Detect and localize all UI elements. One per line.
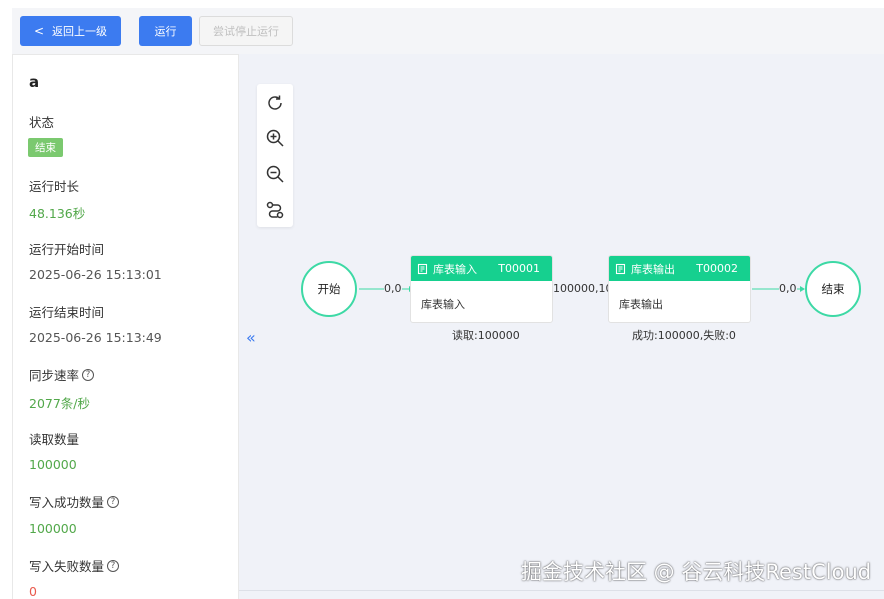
duration-value: 48.136秒 [29, 206, 86, 221]
node-title: 库表输出 [631, 262, 675, 276]
write-success-value: 100000 [29, 521, 77, 536]
node-table-output[interactable]: 库表输出 T00002 库表输出 [608, 255, 751, 323]
node-id: T00001 [498, 262, 540, 275]
table-icon [615, 263, 626, 274]
node-id: T00002 [696, 262, 738, 275]
status-badge: 结束 [28, 138, 63, 157]
node-caption: 读取:100000 [452, 329, 520, 342]
write-fail-label: 写入失败数量 [29, 559, 105, 574]
node-title: 库表输入 [433, 262, 477, 276]
watermark: 掘金技术社区 @ 谷云科技RestCloud [521, 560, 872, 584]
start-time-value: 2025-06-26 15:13:01 [29, 267, 162, 282]
node-caption: 成功:100000,失败:0 [632, 329, 736, 342]
write-success-label: 写入成功数量 [29, 495, 105, 510]
start-node[interactable]: 开始 [301, 261, 357, 317]
speed-label-row: 同步速率 ? [29, 365, 95, 384]
edge-label: 0,0 [779, 282, 797, 295]
write-success-label-row: 写入成功数量 ? [29, 492, 120, 511]
node-body: 库表输出 [619, 298, 663, 311]
end-time-value: 2025-06-26 15:13:49 [29, 330, 162, 345]
edge-label: 0,0 [384, 282, 402, 295]
read-count-label: 读取数量 [29, 432, 80, 447]
write-fail-value: 0 [29, 584, 37, 599]
node-body: 库表输入 [421, 298, 465, 311]
duration-label: 运行时长 [29, 179, 80, 194]
end-node[interactable]: 结束 [805, 261, 861, 317]
speed-value: 2077条/秒 [29, 396, 91, 411]
flow-canvas[interactable]: « 开始 0,0 库表输入 T00001 库表输入 读取:100000 1000… [239, 54, 884, 599]
run-button[interactable]: 运行 [139, 16, 192, 46]
end-time-label: 运行结束时间 [29, 305, 105, 320]
table-icon [417, 263, 428, 274]
start-time-label: 运行开始时间 [29, 242, 105, 257]
help-icon[interactable]: ? [107, 495, 120, 508]
speed-label: 同步速率 [29, 368, 80, 383]
edge-label: 100000,100 [553, 282, 608, 295]
toolbar: < 返回上一级 运行 尝试停止运行 [12, 8, 884, 54]
run-info-panel: a 状态 结束 运行时长 48.136秒 运行开始时间 2025-06-26 1… [12, 54, 239, 599]
node-header: 库表输出 T00002 [609, 256, 750, 281]
write-fail-label-row: 写入失败数量 ? [29, 556, 120, 575]
back-button-label: 返回上一级 [52, 25, 108, 38]
chevron-left-icon: < [33, 24, 45, 38]
help-icon[interactable]: ? [107, 559, 120, 572]
read-count-value: 100000 [29, 457, 77, 472]
node-table-input[interactable]: 库表输入 T00001 库表输入 [410, 255, 553, 323]
help-icon[interactable]: ? [82, 368, 95, 381]
back-button[interactable]: < 返回上一级 [20, 16, 121, 46]
flow-edges [359, 286, 805, 292]
divider [239, 590, 884, 591]
status-label: 状态 [29, 115, 55, 130]
task-name: a [29, 73, 40, 91]
stop-button[interactable]: 尝试停止运行 [199, 16, 293, 46]
node-header: 库表输入 T00001 [411, 256, 552, 281]
